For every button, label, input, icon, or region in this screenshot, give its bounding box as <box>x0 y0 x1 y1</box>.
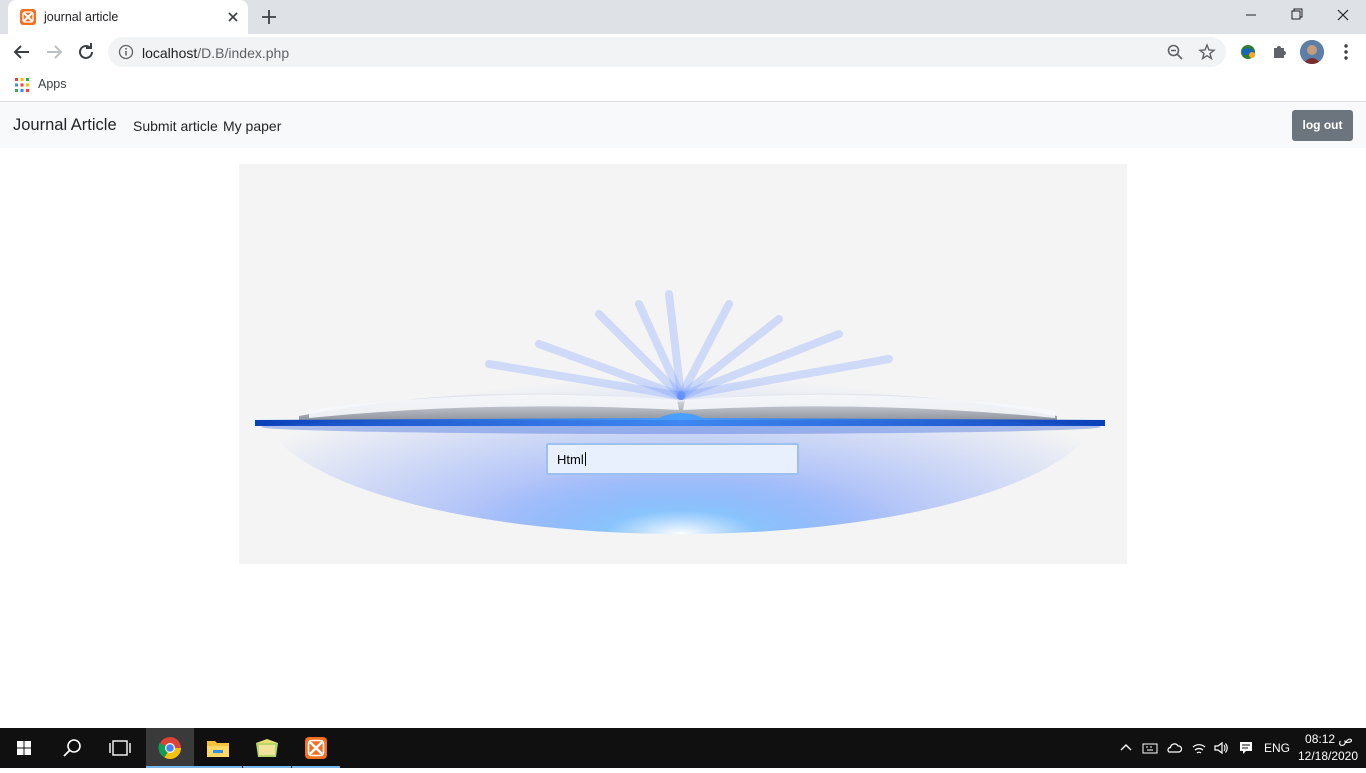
input-language-indicator[interactable]: ENG <box>1264 741 1290 755</box>
window-restore-icon[interactable] <box>1274 0 1320 30</box>
chrome-taskbar-icon[interactable] <box>146 728 194 768</box>
site-info-icon[interactable] <box>118 44 134 60</box>
more-menu-icon[interactable] <box>1334 40 1358 64</box>
forward-arrow-icon[interactable] <box>42 40 66 64</box>
task-view-icon[interactable] <box>96 728 144 768</box>
url-host: localhost <box>142 45 198 61</box>
clock-time[interactable]: 08:12 ص <box>1300 732 1358 746</box>
action-center-icon[interactable] <box>1238 740 1254 756</box>
browser-toolbar: localhost/D.B/index.php <box>0 34 1366 70</box>
profile-avatar[interactable] <box>1300 40 1324 64</box>
xampp-favicon-icon <box>20 9 36 25</box>
browser-tab-strip: journal article <box>0 0 1366 34</box>
zoom-out-icon[interactable] <box>1166 43 1184 61</box>
site-navbar: Journal Article Submit article My paper … <box>0 103 1366 148</box>
search-input[interactable]: Html <box>546 443 799 475</box>
windows-taskbar: ENG 08:12 ص 12/18/2020 <box>0 728 1366 768</box>
folder-app-icon[interactable] <box>243 728 291 768</box>
nav-link-submit-article[interactable]: Submit article <box>133 118 218 134</box>
xampp-taskbar-icon[interactable] <box>292 728 340 768</box>
onedrive-cloud-icon[interactable] <box>1166 740 1183 756</box>
apps-grid-icon[interactable] <box>14 77 30 93</box>
bookmark-star-icon[interactable] <box>1198 43 1216 61</box>
back-arrow-icon[interactable] <box>10 40 34 64</box>
globe-extension-icon[interactable] <box>1236 40 1260 64</box>
volume-speaker-icon[interactable] <box>1213 740 1229 756</box>
tab-close-icon[interactable] <box>224 8 242 26</box>
keyboard-input-icon[interactable] <box>1142 740 1158 756</box>
bookmarks-bar: Apps <box>0 70 1366 102</box>
text-caret <box>584 452 586 466</box>
file-explorer-icon[interactable] <box>194 728 242 768</box>
browser-tab[interactable]: journal article <box>8 0 248 34</box>
show-hidden-icons-chevron-icon[interactable] <box>1118 740 1134 756</box>
address-bar[interactable]: localhost/D.B/index.php <box>108 37 1226 67</box>
wifi-network-icon[interactable] <box>1191 740 1207 756</box>
taskbar-search-icon[interactable] <box>48 728 96 768</box>
hero-banner: Html <box>239 164 1127 564</box>
navbar-brand[interactable]: Journal Article <box>13 116 117 135</box>
tab-title: journal article <box>44 10 119 24</box>
search-input-value: Html <box>557 452 584 467</box>
window-minimize-icon[interactable] <box>1228 0 1274 30</box>
url-text: localhost/D.B/index.php <box>142 45 289 61</box>
apps-bookmark[interactable]: Apps <box>38 77 67 91</box>
logout-button[interactable]: log out <box>1292 110 1353 141</box>
windows-start-icon[interactable] <box>0 728 48 768</box>
nav-link-my-paper[interactable]: My paper <box>223 118 281 134</box>
new-tab-icon[interactable] <box>258 6 280 28</box>
page-viewport: Journal Article Submit article My paper … <box>0 103 1366 728</box>
puzzle-extensions-icon[interactable] <box>1268 40 1292 64</box>
reload-icon[interactable] <box>74 40 98 64</box>
open-book-illustration <box>255 274 1105 534</box>
clock-date[interactable]: 12/18/2020 <box>1296 749 1360 763</box>
window-close-icon[interactable] <box>1320 0 1366 30</box>
url-path: /D.B/index.php <box>197 45 290 61</box>
